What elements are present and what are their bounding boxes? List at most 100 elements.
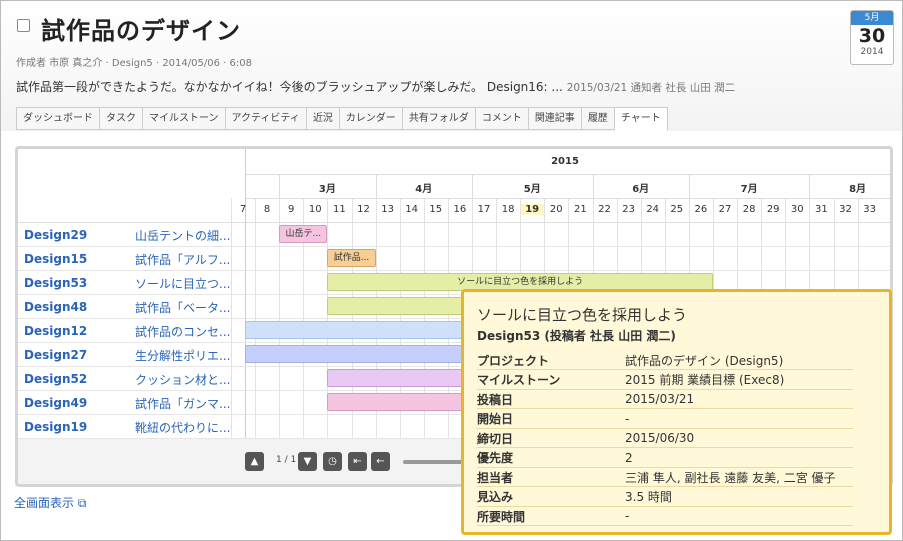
week-label: 7 [239,204,247,215]
task-id-link[interactable]: Design15 [24,252,87,266]
scroll-start-button[interactable]: ⇤ [348,452,367,471]
task-id-link[interactable]: Design19 [24,420,87,434]
tooltip-row: マイルストーン 2015 前期 業績目標 (Exec8) [477,369,853,390]
task-tooltip: ソールに目立つ色を採用しよう Design53 (投稿者 社長 山田 潤二) プ… [461,289,892,535]
task-desc-link[interactable]: ソールに目立つ... [135,275,245,292]
task-desc-link[interactable]: クッション材と... [135,371,245,388]
task-desc-link[interactable]: 試作品「ベータ... [135,299,245,316]
tooltip-row: 所要時間 - [477,506,853,526]
week-label: 32 [839,204,852,215]
tooltip-key: 担当者 [477,467,625,487]
month-label: 5月 [523,184,541,195]
tab-6[interactable]: 共有フォルダ [402,107,476,130]
month-label: 4月 [415,184,433,195]
tooltip-row: 見込み 3.5 時間 [477,486,853,507]
tooltip-row: 担当者 三浦 隼人, 副社長 遠藤 友美, 二宮 優子 [477,467,853,487]
task-id-link[interactable]: Design48 [24,300,87,314]
week-label: 13 [381,204,394,215]
tab-9[interactable]: 履歴 [581,107,615,130]
month-divider [375,174,377,198]
tab-5[interactable]: カレンダー [339,107,403,130]
task-id-link[interactable]: Design49 [24,396,87,410]
month-divider [688,174,690,198]
week-label: 20 [549,204,563,215]
task-desc-link[interactable]: 試作品「アルフ... [135,251,245,268]
tooltip-key: 投稿日 [477,389,625,409]
tooltip-value: 2015 前期 業績目標 (Exec8) [625,369,853,390]
tooltip-row: 締切日 2015/06/30 [477,428,853,448]
tooltip-subtitle: Design53 (投稿者 社長 山田 潤二) [477,329,676,343]
calendar-badge: 5月 30 2014 [850,10,894,65]
tab-0[interactable]: ダッシュボード [16,107,100,130]
tooltip-value: 2 [625,447,853,468]
task-desc-link[interactable]: 靴紐の代わりに... [135,419,245,436]
week-label: 15 [429,204,443,215]
tooltip-title: ソールに目立つ色を採用しよう [477,306,688,324]
task-bar[interactable]: 山岳テ... [279,225,328,243]
week-label: 12 [357,204,370,215]
tab-8[interactable]: 関連記事 [528,107,582,130]
month-label: 7月 [740,184,758,195]
week-label: 28 [742,204,756,215]
fullscreen-link[interactable]: 全画面表示 ⧉ [14,494,86,511]
month-divider [279,174,281,198]
week-label: 8 [263,204,271,215]
task-bar[interactable]: 試作品... [327,249,376,267]
page-title: 試作品のデザイン [41,17,241,45]
tooltip-key: プロジェクト [477,350,625,370]
tooltip-key: マイルストーン [477,369,625,390]
week-label: 14 [405,204,419,215]
task-desc-link[interactable]: 山岳テントの細... [135,227,245,244]
week-label: 17 [477,204,491,215]
week-label: 9 [288,204,295,215]
month-divider [809,174,811,198]
week-label: 25 [670,204,684,215]
task-desc-link[interactable]: 試作品「ガンマ... [135,395,245,412]
tooltip-value: - [625,506,853,526]
task-id-link[interactable]: Design27 [24,348,87,362]
tooltip-key: 所要時間 [477,506,625,526]
tooltip-key: 見込み [477,486,625,507]
tab-10[interactable]: チャート [614,107,668,131]
month-label: 3月 [318,184,336,195]
tab-1[interactable]: タスク [100,107,143,130]
tooltip-value: 試作品のデザイン (Design5) [625,350,853,370]
page-meta: 作成者 市原 真之介 · Design5 · 2014/05/06 · 6:08 [16,58,252,69]
latest-comment-text: 試作品第一段ができたようだ。なかなかイイね！今後のブラッシュアップが楽しみだ。 … [16,80,563,94]
year-label: 2015 [551,156,579,167]
tooltip-row: 投稿日 2015/03/21 [477,389,853,409]
tab-2[interactable]: マイルストーン [143,107,226,130]
move-down-button[interactable]: ▼ [298,452,317,471]
month-label: 8月 [849,184,867,195]
complete-checkbox[interactable] [17,19,30,32]
tooltip-table: プロジェクト 試作品のデザイン (Design5) マイルストーン 2015 前期 業… [477,350,853,526]
task-id-link[interactable]: Design52 [24,372,87,386]
move-up-button[interactable]: ▲ [245,452,264,471]
external-link-icon: ⧉ [74,496,87,510]
task-id-link[interactable]: Design12 [24,324,87,338]
tooltip-value: 2015/03/21 [625,389,853,409]
week-label: 27 [718,204,732,215]
calendar-day: 30 [858,25,886,47]
scroll-left-button[interactable]: ← [371,452,390,471]
calendar-year: 2014 [860,47,884,57]
tab-3[interactable]: アクティビティ [225,107,307,130]
tab-7[interactable]: コメント [475,107,529,130]
week-label: 16 [453,204,467,215]
clock-icon[interactable]: ◷ [323,452,342,471]
week-label: 30 [790,204,804,215]
zoom-slider[interactable] [403,460,463,464]
page-header: 試作品のデザイン 作成者 市原 真之介 · Design5 · 2014/05/… [1,1,902,131]
week-label: 10 [308,204,322,215]
tab-bar: ダッシュボード タスク マイルストーン アクティビティ 近況 カレンダー 共有フォルダ コメン… [16,107,668,131]
month-label: 6月 [632,184,650,195]
task-id-link[interactable]: Design53 [24,276,87,290]
task-desc-link[interactable]: 試作品のコンセ... [135,323,245,340]
task-id-link[interactable]: Design29 [24,228,87,242]
week-label: 33 [863,204,876,215]
week-label: 11 [333,204,346,215]
tab-4[interactable]: 近況 [306,107,340,130]
task-desc-link[interactable]: 生分解性ポリエ... [135,347,245,364]
week-label: 23 [622,204,635,215]
tooltip-row: プロジェクト 試作品のデザイン (Design5) [477,350,853,370]
